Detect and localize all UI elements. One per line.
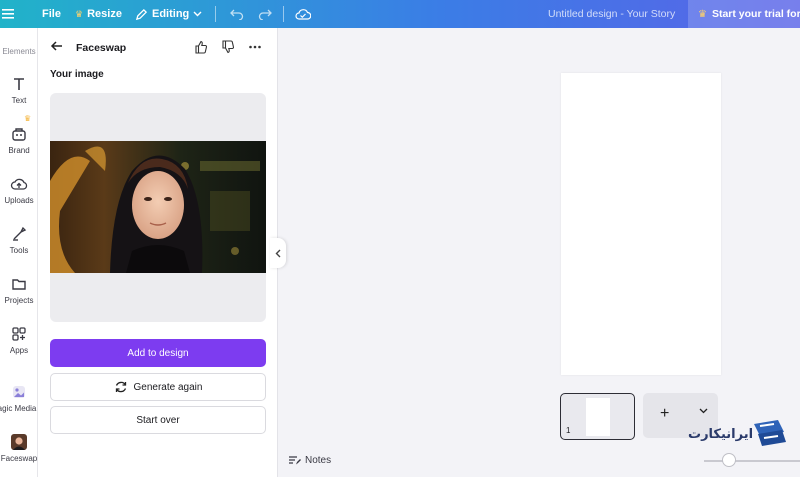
left-rail: Elements Text Brand ♛ Uploads Tools Proj…	[0, 28, 38, 477]
undo-button[interactable]	[230, 0, 244, 28]
cloud-sync-button[interactable]	[295, 0, 311, 28]
start-over-label: Start over	[136, 414, 180, 426]
crown-icon: ♛	[75, 8, 84, 19]
rail-item-label: Faceswap	[0, 454, 38, 463]
premium-crown-icon: ♛	[24, 114, 32, 123]
page-thumbnail-preview	[586, 398, 610, 436]
redo-button[interactable]	[258, 0, 272, 28]
notes-icon	[289, 456, 301, 465]
file-menu[interactable]: File	[42, 0, 61, 28]
toolbar-divider	[215, 6, 216, 22]
notes-label: Notes	[305, 455, 332, 466]
design-page[interactable]	[561, 73, 721, 375]
watermark-logo: ایرانیکارت	[688, 418, 788, 448]
apps-icon	[12, 327, 26, 341]
zoom-slider-handle[interactable]	[722, 453, 736, 467]
resize-button[interactable]: ♛ Resize	[75, 0, 122, 28]
page-thumbnail[interactable]: 1	[560, 393, 635, 440]
page-number: 1	[566, 426, 571, 435]
resize-label: Resize	[87, 8, 122, 20]
generate-again-button[interactable]: Generate again	[50, 373, 266, 401]
faceswap-icon	[11, 434, 27, 450]
rail-item-brand[interactable]: Brand	[0, 125, 38, 155]
add-to-design-label: Add to design	[127, 347, 189, 359]
plus-icon: +	[660, 405, 670, 422]
add-to-design-button[interactable]: Add to design	[50, 339, 266, 367]
rail-item-label: Elements	[2, 47, 36, 56]
rail-item-magic-media[interactable]: agic Media	[0, 383, 38, 413]
trial-label: Start your trial for €	[711, 8, 800, 20]
rail-item-label: agic Media	[0, 404, 37, 413]
editing-dropdown[interactable]: Editing	[135, 0, 202, 28]
magic-media-icon	[13, 386, 25, 398]
crown-icon: ♛	[698, 8, 707, 20]
tools-icon	[13, 226, 27, 241]
rail-item-apps[interactable]: Apps	[0, 325, 38, 355]
rail-item-label: Text	[11, 96, 27, 105]
top-bar: File ♛ Resize Editing Untitled design - …	[0, 0, 800, 28]
rail-item-label: Apps	[9, 346, 29, 355]
watermark-text: ایرانیکارت	[688, 427, 753, 442]
rail-item-elements[interactable]: Elements	[0, 47, 38, 56]
rail-item-faceswap[interactable]: Faceswap	[0, 433, 38, 463]
generated-face-image[interactable]	[50, 141, 266, 273]
pencil-icon	[135, 8, 148, 20]
redo-icon	[258, 9, 272, 20]
undo-icon	[230, 9, 244, 20]
design-title[interactable]: Untitled design - Your Story	[548, 0, 675, 28]
menu-icon[interactable]	[2, 0, 28, 28]
uploads-icon	[10, 178, 28, 190]
generate-again-label: Generate again	[133, 381, 203, 393]
thumbs-up-icon[interactable]	[194, 40, 208, 54]
rail-item-label: Tools	[9, 246, 29, 255]
rail-item-projects[interactable]: Projects	[0, 275, 38, 305]
section-label-your-image: Your image	[50, 69, 104, 80]
rail-item-text[interactable]: Text	[0, 75, 38, 105]
start-trial-button[interactable]: ♛ Start your trial for €	[688, 0, 800, 28]
back-arrow-icon[interactable]	[50, 39, 64, 53]
collapse-panel-button[interactable]	[270, 238, 286, 268]
thumbs-down-icon[interactable]	[221, 40, 235, 54]
rail-item-label: Brand	[8, 146, 30, 155]
chevron-left-icon	[275, 249, 281, 257]
rail-item-uploads[interactable]: Uploads	[0, 175, 38, 205]
rail-item-label: Projects	[4, 296, 34, 305]
generated-image-card[interactable]	[50, 93, 266, 322]
refresh-icon	[115, 381, 126, 393]
folder-icon	[12, 279, 26, 290]
file-label: File	[42, 8, 61, 20]
text-icon	[14, 78, 24, 90]
editing-label: Editing	[152, 8, 190, 20]
toolbar-divider	[283, 6, 284, 22]
panel-title: Faceswap	[76, 42, 127, 54]
faceswap-panel: Faceswap Your image Add to design Genera…	[38, 28, 278, 477]
zoom-slider-track[interactable]	[704, 460, 800, 462]
start-over-button[interactable]: Start over	[50, 406, 266, 434]
brand-icon	[12, 128, 26, 141]
panel-header: Faceswap	[38, 28, 278, 68]
cloud-check-icon	[295, 9, 311, 20]
notes-button[interactable]: Notes	[288, 455, 331, 466]
rail-item-label: Uploads	[4, 196, 34, 205]
chevron-down-icon[interactable]	[699, 408, 708, 414]
rail-item-tools[interactable]: Tools	[0, 225, 38, 255]
more-options-icon[interactable]	[248, 40, 262, 54]
chevron-down-icon	[193, 11, 202, 17]
